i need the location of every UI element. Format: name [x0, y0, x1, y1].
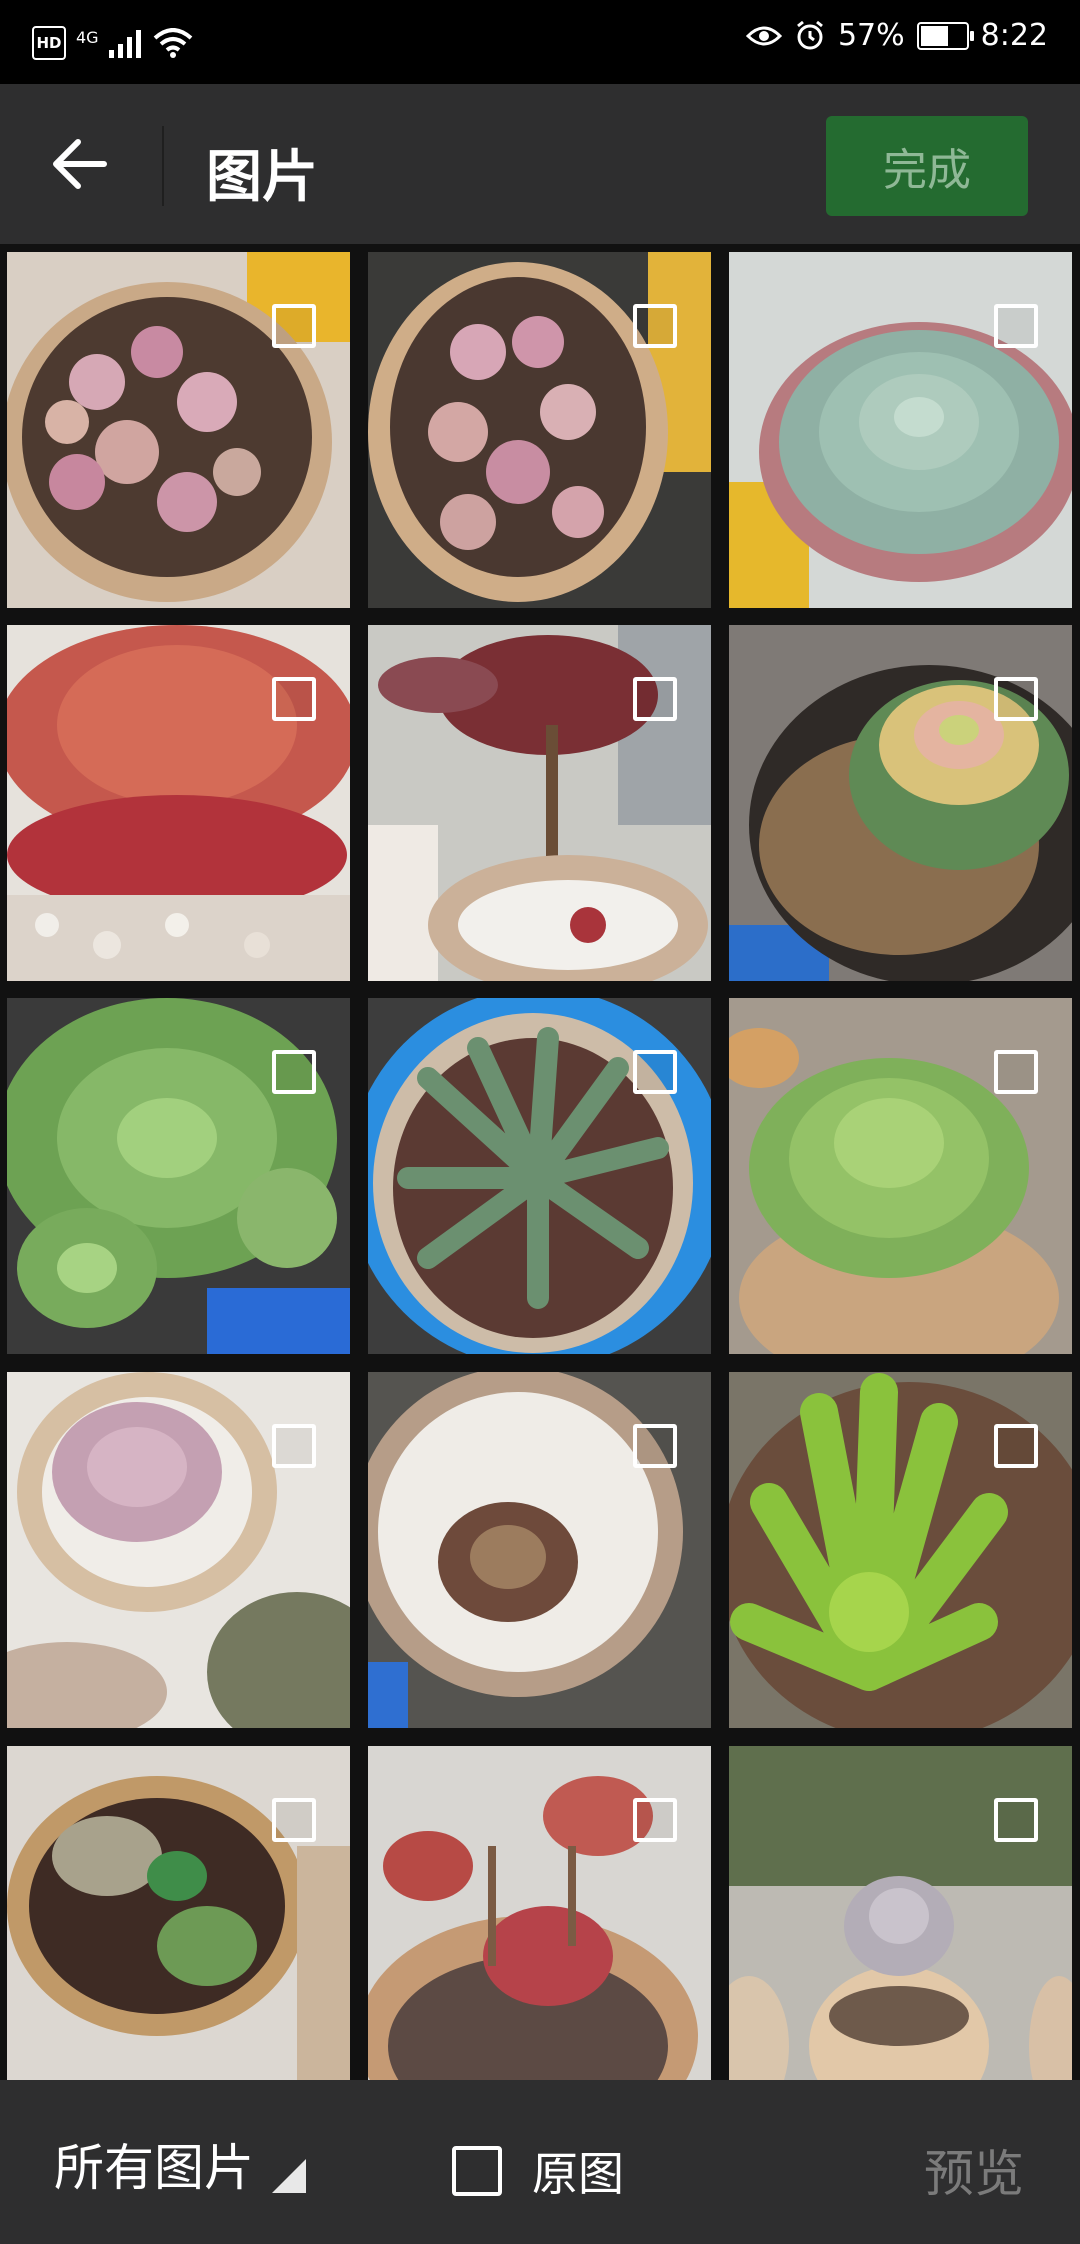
- clock: 8:22: [980, 18, 1048, 53]
- album-selector[interactable]: 所有图片: [54, 2128, 306, 2200]
- battery-icon: [916, 21, 974, 50]
- alarm-icon: [797, 20, 823, 49]
- photo-tile[interactable]: [7, 998, 350, 1354]
- select-checkbox[interactable]: [994, 1050, 1038, 1094]
- bottom-bar: 所有图片 原图 预览: [0, 2080, 1080, 2244]
- photo-tile[interactable]: [368, 1372, 711, 1728]
- photo-tile[interactable]: [7, 1372, 350, 1728]
- done-button[interactable]: 完成: [826, 116, 1028, 216]
- page-title: 图片: [206, 145, 318, 210]
- select-checkbox[interactable]: [994, 304, 1038, 348]
- select-checkbox[interactable]: [633, 304, 677, 348]
- select-checkbox[interactable]: [994, 1424, 1038, 1468]
- photo-tile[interactable]: [7, 1746, 350, 2102]
- photo-tile[interactable]: [729, 1372, 1072, 1728]
- photo-tile[interactable]: [729, 1746, 1072, 2102]
- photo-tile[interactable]: [368, 625, 711, 981]
- back-button[interactable]: [40, 124, 120, 204]
- photo-tile[interactable]: [729, 998, 1072, 1354]
- select-checkbox[interactable]: [633, 677, 677, 721]
- eye-icon: [745, 26, 782, 45]
- status-right: 57% 8:22: [745, 18, 1048, 53]
- status-bar: HD 4G 57% 8:22: [0, 0, 1080, 84]
- header-divider: [162, 126, 164, 206]
- wifi-icon: [153, 28, 192, 58]
- album-label: 所有图片: [54, 2139, 254, 2197]
- preview-button[interactable]: 预览: [924, 2134, 1024, 2206]
- photo-tile[interactable]: [368, 252, 711, 608]
- network-label: 4G: [76, 27, 99, 47]
- select-checkbox[interactable]: [272, 1798, 316, 1842]
- original-label: 原图: [532, 2147, 624, 2201]
- hd-badge: HD: [32, 26, 66, 60]
- photo-tile[interactable]: [368, 998, 711, 1354]
- select-checkbox[interactable]: [272, 304, 316, 348]
- back-arrow-icon: [53, 139, 107, 189]
- original-checkbox[interactable]: [452, 2146, 502, 2196]
- select-checkbox[interactable]: [633, 1424, 677, 1468]
- photo-tile[interactable]: [729, 252, 1072, 608]
- select-checkbox[interactable]: [272, 677, 316, 721]
- select-checkbox[interactable]: [994, 677, 1038, 721]
- signal-icon: [108, 30, 141, 58]
- select-checkbox[interactable]: [994, 1798, 1038, 1842]
- select-checkbox[interactable]: [272, 1050, 316, 1094]
- status-left: HD 4G: [32, 26, 193, 60]
- photo-tile[interactable]: [7, 625, 350, 981]
- photo-tile[interactable]: [368, 1746, 711, 2102]
- select-checkbox[interactable]: [633, 1050, 677, 1094]
- select-checkbox[interactable]: [272, 1424, 316, 1468]
- original-toggle[interactable]: 原图: [452, 2138, 624, 2204]
- photo-tile[interactable]: [7, 252, 350, 608]
- photo-tile[interactable]: [729, 625, 1072, 981]
- battery-percent: 57%: [837, 18, 905, 53]
- top-bar: 图片 完成: [0, 84, 1080, 244]
- dropdown-triangle-icon: [272, 2159, 306, 2193]
- select-checkbox[interactable]: [633, 1798, 677, 1842]
- battery-fill: [920, 25, 948, 46]
